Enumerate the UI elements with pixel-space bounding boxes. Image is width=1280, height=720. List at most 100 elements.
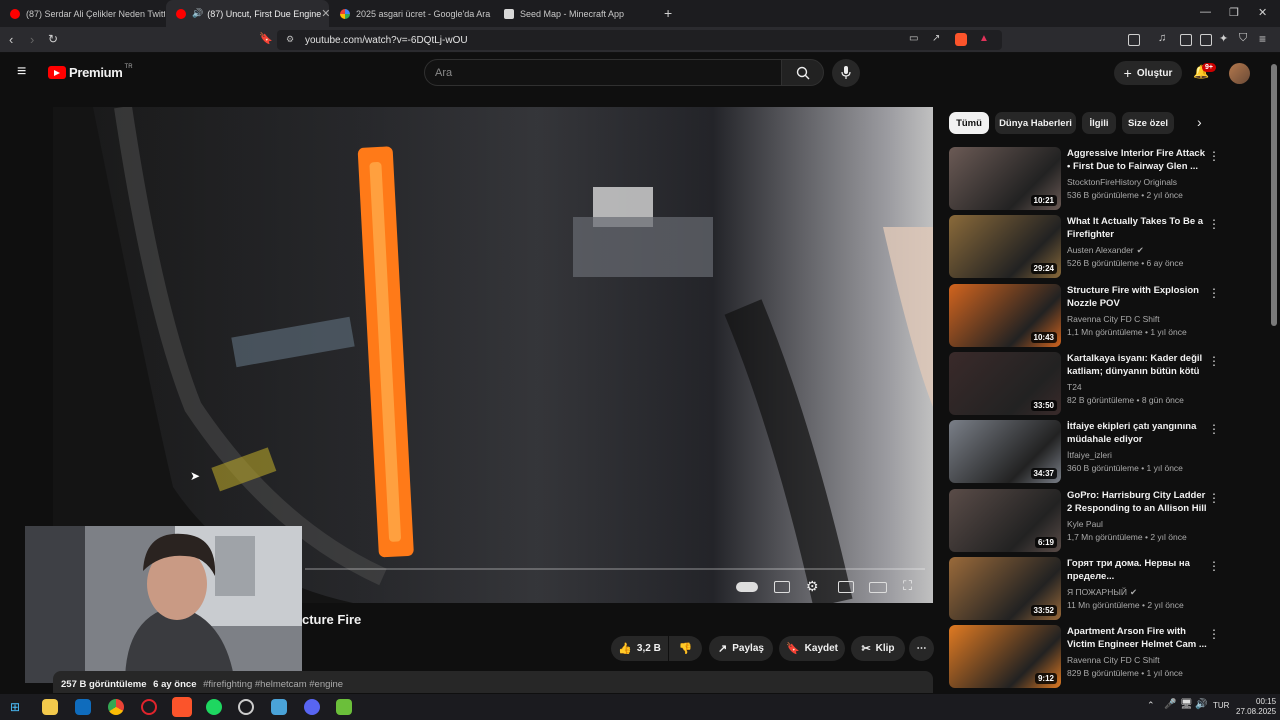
video-thumbnail[interactable]: 33:50 — [949, 352, 1061, 415]
more-vertical-icon[interactable]: ⋮ — [1208, 491, 1220, 505]
like-button[interactable]: 👍 3,2 B — [611, 636, 668, 661]
system-clock[interactable]: 00:15 27.08.2025 — [1236, 697, 1276, 717]
reload-icon[interactable]: ↻ — [48, 32, 58, 46]
chip-related[interactable]: İlgili — [1082, 112, 1116, 134]
channel-name[interactable]: Kyle Paul — [1067, 519, 1103, 529]
spotify-icon[interactable] — [206, 699, 222, 715]
sidebar-icon[interactable] — [1180, 34, 1192, 46]
recommendation-item[interactable]: 9:12 Apartment Arson Fire with Victim Eng… — [949, 625, 1269, 689]
minimize-icon[interactable]: — — [1200, 6, 1211, 18]
app-icon[interactable] — [271, 699, 287, 715]
tray-chevron-icon[interactable]: ⌃ — [1147, 700, 1155, 711]
share-button[interactable]: ↗ Paylaş — [709, 636, 773, 661]
channel-name[interactable]: Ravenna City FD C Shift — [1067, 314, 1160, 324]
close-window-icon[interactable]: ✕ — [1258, 6, 1267, 19]
site-info-icon[interactable]: ⚙ — [286, 34, 294, 45]
recommendation-title[interactable]: Apartment Arson Fire with Victim Enginee… — [1067, 625, 1207, 651]
recommendation-title[interactable]: Structure Fire with Explosion Nozzle POV — [1067, 284, 1207, 310]
channel-name[interactable]: Ravenna City FD C Shift — [1067, 655, 1160, 665]
create-button[interactable]: + Oluştur — [1114, 61, 1182, 85]
minecraft-icon[interactable] — [336, 699, 352, 715]
miniplayer-icon[interactable] — [838, 581, 854, 593]
browser-tab-active[interactable]: 🔊 (87) Uncut, First Due Engine ✕ — [166, 0, 329, 27]
close-tab-icon[interactable]: ✕ — [321, 7, 329, 20]
autoplay-toggle[interactable] — [736, 582, 758, 592]
video-thumbnail[interactable]: 33:52 — [949, 557, 1061, 620]
channel-name[interactable]: Austen Alexander ✔ — [1067, 245, 1144, 256]
hamburger-menu-icon[interactable]: ≡ — [17, 63, 26, 81]
recommendation-title[interactable]: Aggressive Interior Fire Attack • First … — [1067, 147, 1207, 173]
chevron-right-icon[interactable]: › — [1197, 114, 1202, 130]
fullscreen-icon[interactable]: ⛶ — [903, 578, 912, 594]
dislike-button[interactable]: 👎 — [669, 636, 702, 661]
hashtags[interactable]: #firefighting #helmetcam #engine — [203, 679, 343, 690]
voice-search-button[interactable] — [832, 59, 860, 87]
subtitles-icon[interactable] — [774, 581, 790, 593]
brave-rewards-icon[interactable]: ▲ — [979, 33, 989, 44]
search-input[interactable]: Ara — [424, 59, 782, 86]
page-scrollbar[interactable] — [1271, 64, 1277, 326]
more-vertical-icon[interactable]: ⋮ — [1208, 354, 1220, 368]
forward-icon[interactable]: › — [30, 32, 34, 47]
chip-all[interactable]: Tümü — [949, 112, 989, 134]
volume-icon[interactable]: 🔊 — [1195, 699, 1207, 710]
leo-ai-icon[interactable]: ✦ — [1219, 32, 1228, 45]
address-bar[interactable]: ⚙ youtube.com/watch?v=-6DQtLj-wOU ▭ ↗ ▲ — [277, 30, 1002, 50]
settings-gear-icon[interactable]: ⚙ — [806, 578, 819, 595]
recommendation-item[interactable]: 33:50 Kartalkaya isyanı: Kader değil katl… — [949, 352, 1269, 416]
brave-shields-icon[interactable] — [955, 33, 967, 46]
more-vertical-icon[interactable]: ⋮ — [1208, 286, 1220, 300]
recommendation-title[interactable]: Горят три дома. Нервы на пределе... — [1067, 557, 1207, 583]
reader-icon[interactable] — [1128, 34, 1140, 46]
more-vertical-icon[interactable]: ⋮ — [1208, 627, 1220, 641]
video-thumbnail[interactable]: 29:24 — [949, 215, 1061, 278]
theater-mode-icon[interactable] — [869, 582, 887, 593]
chip-world-news[interactable]: Dünya Haberleri — [995, 112, 1076, 134]
recommendation-item[interactable]: 33:52 Горят три дома. Нервы на пределе...… — [949, 557, 1269, 621]
recommendation-item[interactable]: 10:43 Structure Fire with Explosion Nozzl… — [949, 284, 1269, 348]
obs-icon[interactable] — [238, 699, 254, 715]
video-thumbnail[interactable]: 10:21 — [949, 147, 1061, 210]
more-vertical-icon[interactable]: ⋮ — [1208, 149, 1220, 163]
recommendation-item[interactable]: 29:24 What It Actually Takes To Be a Fire… — [949, 215, 1269, 279]
vpn-shield-icon[interactable]: ⛉ — [1239, 32, 1247, 45]
recommendation-item[interactable]: 6:19 GoPro: Harrisburg City Ladder 2 Resp… — [949, 489, 1269, 553]
avatar[interactable] — [1229, 63, 1250, 84]
menu-icon[interactable]: ≡ — [1259, 32, 1266, 46]
chip-for-you[interactable]: Size özel — [1122, 112, 1174, 134]
clip-button[interactable]: ✂ Klip — [851, 636, 905, 661]
recommendation-item[interactable]: 34:37 İtfaiye ekipleri çatı yangınına müd… — [949, 420, 1269, 484]
share-page-icon[interactable]: ↗ — [932, 33, 940, 44]
more-vertical-icon[interactable]: ⋮ — [1208, 422, 1220, 436]
browser-tab[interactable]: Seed Map - Minecraft App — [494, 0, 657, 27]
video-thumbnail[interactable]: 10:43 — [949, 284, 1061, 347]
video-thumbnail[interactable]: 6:19 — [949, 489, 1061, 552]
video-thumbnail[interactable]: 34:37 — [949, 420, 1061, 483]
video-thumbnail[interactable]: 9:12 — [949, 625, 1061, 688]
input-language[interactable]: TUR — [1213, 701, 1229, 710]
bookmark-icon[interactable]: 🔖 — [259, 32, 273, 45]
more-actions-button[interactable]: ⋯ — [909, 636, 934, 661]
search-button[interactable] — [781, 59, 824, 86]
channel-name[interactable]: İtfaiye_izleri — [1067, 450, 1112, 460]
outlook-icon[interactable] — [75, 699, 91, 715]
more-vertical-icon[interactable]: ⋮ — [1208, 559, 1220, 573]
youtube-logo[interactable]: Premium TR — [48, 64, 133, 80]
network-icon[interactable]: 🖥 — [1180, 699, 1193, 710]
opera-icon[interactable] — [141, 699, 157, 715]
brave-browser-icon[interactable] — [172, 697, 192, 717]
channel-name[interactable]: T24 — [1067, 382, 1082, 392]
restore-icon[interactable]: ❐ — [1229, 6, 1239, 19]
browser-tab[interactable]: (87) Serdar Ali Çelikler Neden Twitter — [0, 0, 165, 27]
recommendation-title[interactable]: Kartalkaya isyanı: Kader değil katliam; … — [1067, 352, 1207, 379]
recommendation-title[interactable]: GoPro: Harrisburg City Ladder 2 Respondi… — [1067, 489, 1207, 516]
windows-start-icon[interactable]: ⊞ — [10, 700, 20, 714]
recommendation-title[interactable]: What It Actually Takes To Be a Firefight… — [1067, 215, 1207, 241]
more-vertical-icon[interactable]: ⋮ — [1208, 217, 1220, 231]
recommendation-title[interactable]: İtfaiye ekipleri çatı yangınına müdahale… — [1067, 420, 1207, 446]
chrome-icon[interactable] — [108, 699, 124, 715]
music-icon[interactable]: ♫ — [1158, 32, 1166, 44]
microphone-tray-icon[interactable]: 🎤 — [1164, 699, 1176, 710]
discord-icon[interactable] — [304, 699, 320, 715]
save-button[interactable]: 🔖 Kaydet — [779, 636, 845, 661]
